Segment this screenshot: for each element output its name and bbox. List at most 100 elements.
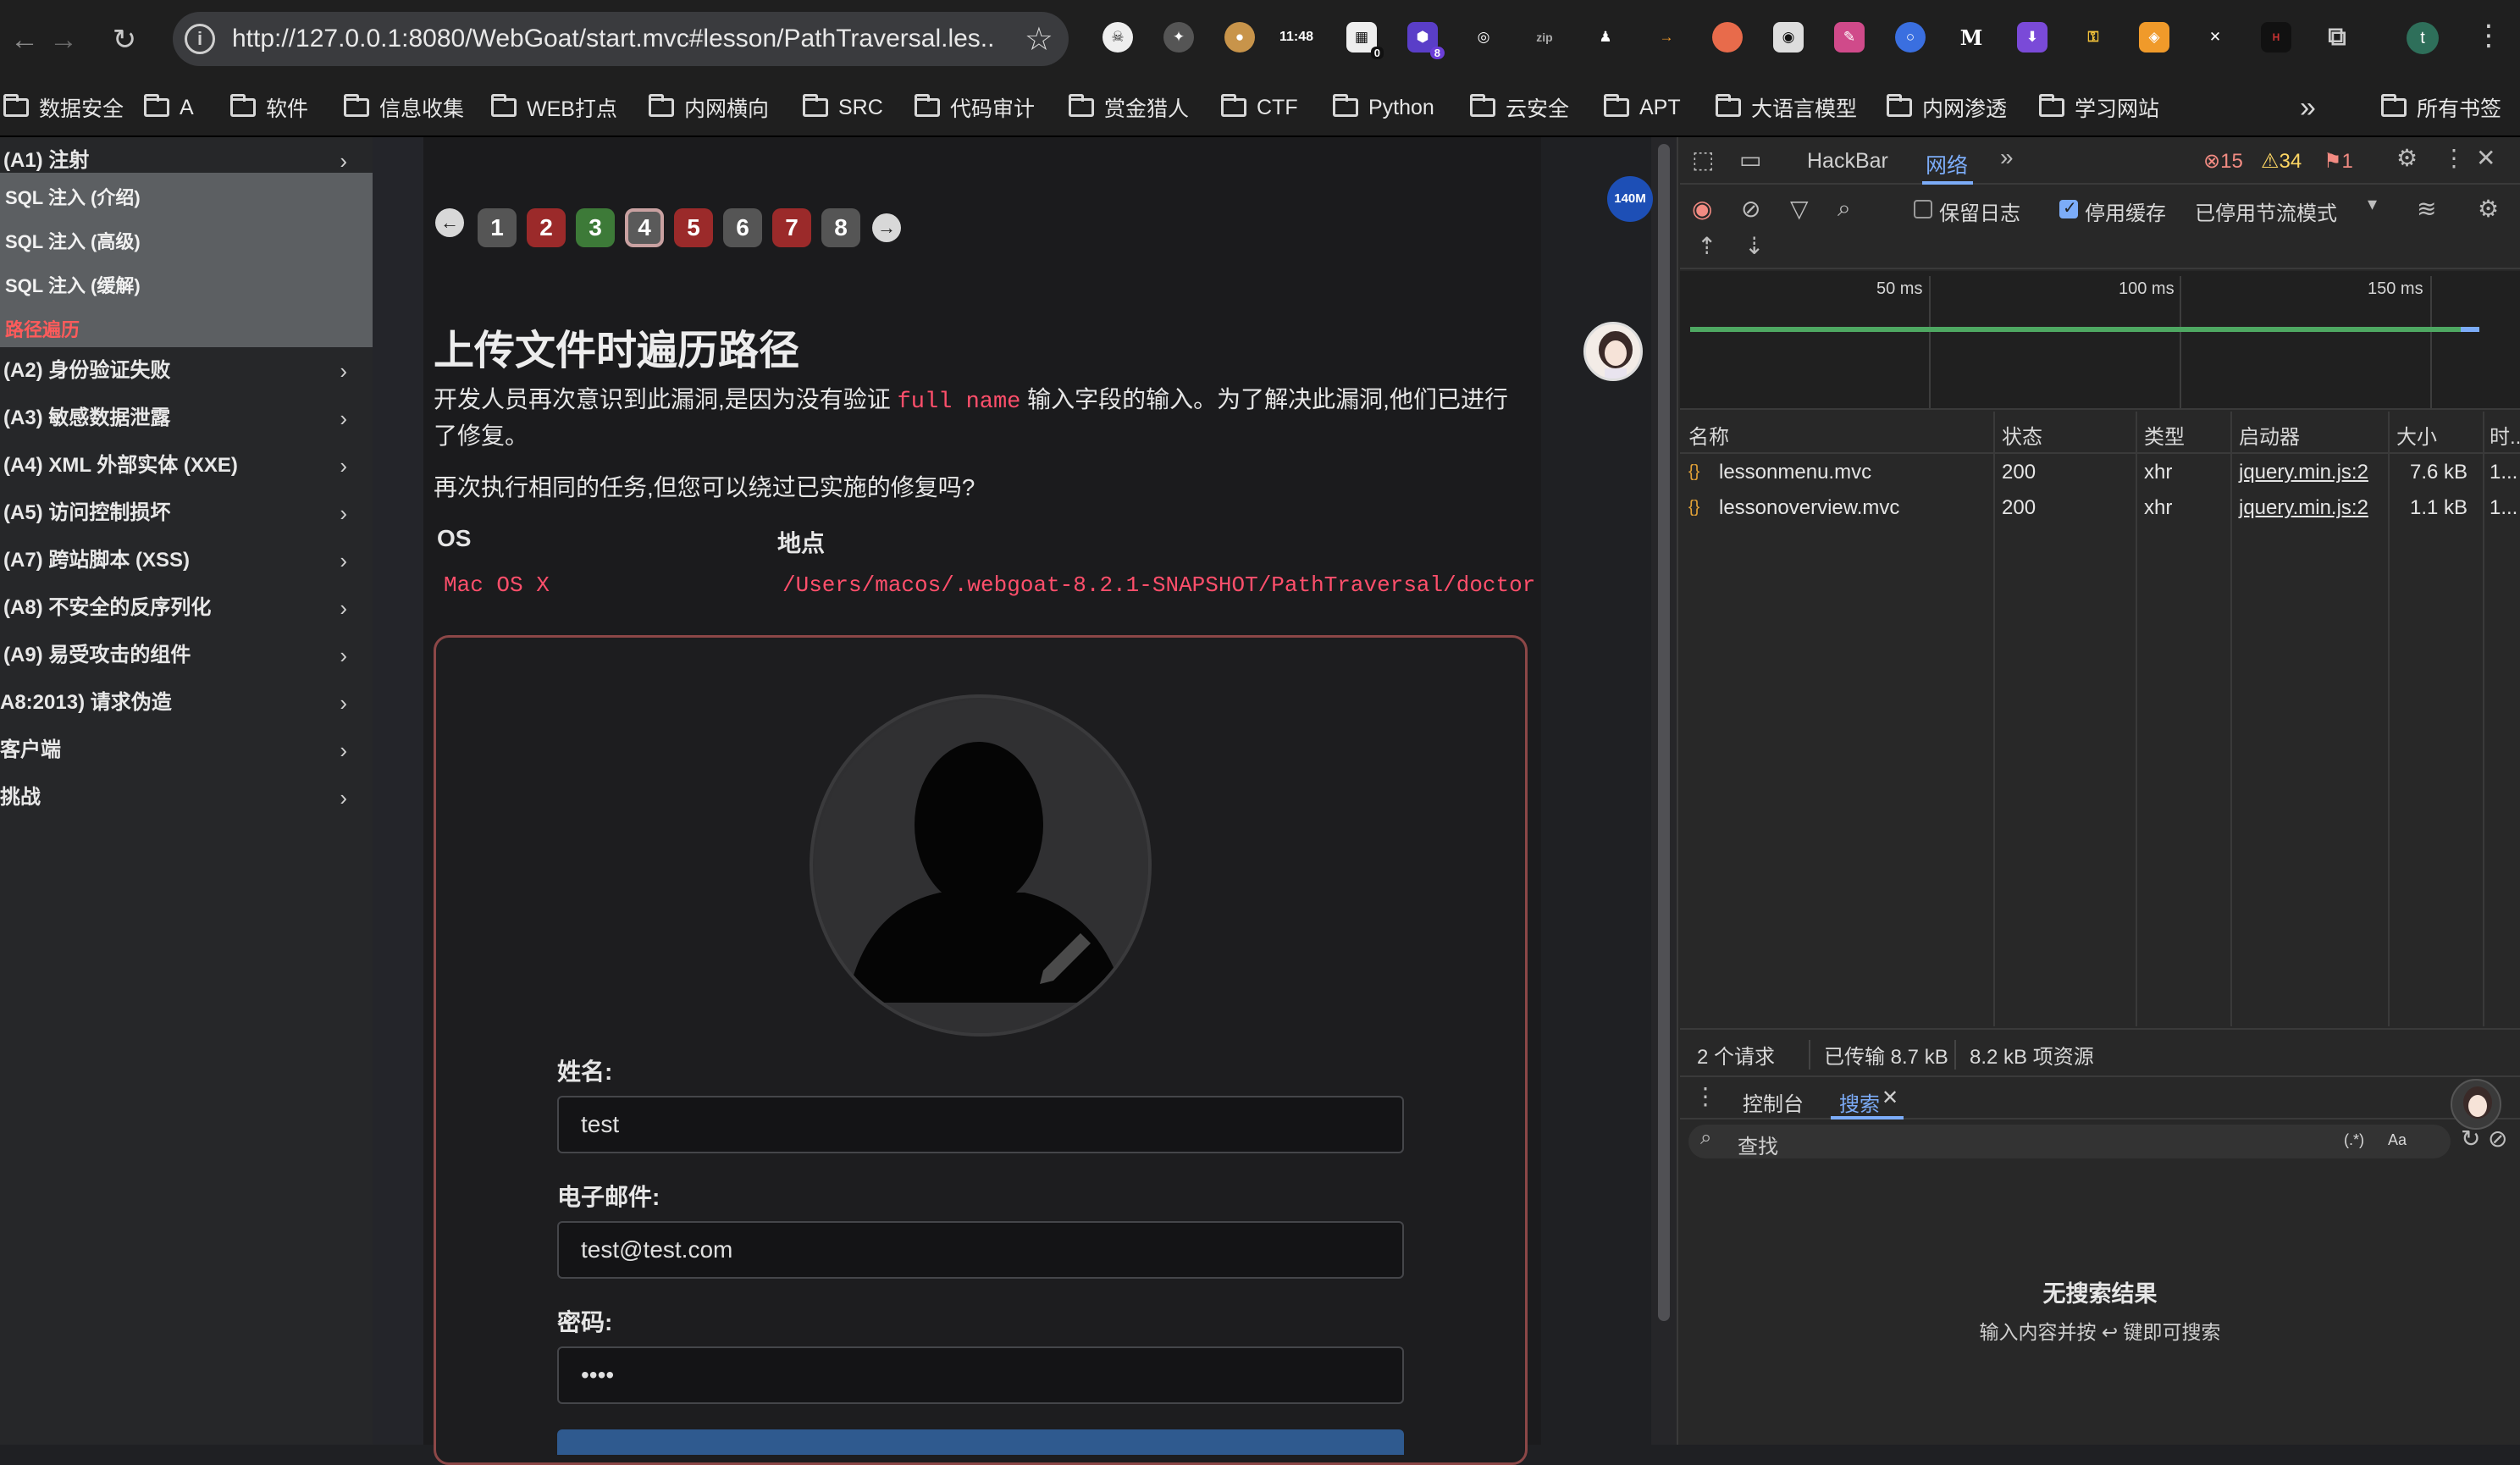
circle-extension-icon[interactable] [1712, 22, 1743, 53]
bookmark-folder[interactable]: A [144, 88, 194, 127]
pink-extension-icon[interactable]: ✎ [1834, 22, 1865, 53]
bookmark-folder[interactable]: 内网渗透 [1887, 88, 2007, 127]
more-tabs-icon[interactable]: » [2000, 144, 2014, 171]
request-initiator[interactable]: jquery.min.js:2 [2239, 461, 2368, 484]
site-info-icon[interactable]: i [185, 24, 215, 54]
regex-toggle[interactable]: (.*) [2344, 1131, 2364, 1149]
device-toolbar-icon[interactable]: ▭ [1739, 146, 1761, 174]
bookmark-folder[interactable]: 软件 [230, 88, 308, 127]
devtools-menu-icon[interactable]: ⋮ [2442, 144, 2466, 172]
page-4-current[interactable]: 4 [625, 208, 664, 247]
bookmark-folder[interactable]: 大语言模型 [1716, 88, 1857, 127]
category-csrf[interactable]: A8:2013) 请求伪造 › [0, 679, 373, 727]
sidebar-item-path-traversal[interactable]: 路径遍历 [5, 315, 80, 342]
column-status[interactable]: 状态 [2002, 420, 2042, 450]
sidebar-item-sql-mitigation[interactable]: SQL 注入 (缓解) [5, 271, 141, 298]
h-extension-icon[interactable]: H [2261, 22, 2291, 53]
arrow-extension-icon[interactable]: → [1651, 22, 1682, 53]
clock-extension-icon[interactable]: 11:48 [1277, 22, 1316, 53]
category-a2[interactable]: (A2) 身份验证失败 › [0, 347, 373, 395]
reload-button[interactable]: ↻ [103, 19, 146, 61]
tab-console[interactable]: 控制台 [1743, 1087, 1804, 1117]
export-har-icon[interactable]: ⇣ [1744, 232, 1764, 260]
refresh-search-icon[interactable]: ↻ [2461, 1125, 2480, 1153]
bookmark-folder[interactable]: 内网横向 [649, 88, 769, 127]
page-8[interactable]: 8 [821, 208, 860, 247]
cross-extension-icon[interactable]: ✕ [2200, 22, 2230, 53]
import-har-icon[interactable]: ⇡ [1697, 232, 1716, 260]
cookie-extension-icon[interactable]: ● [1224, 22, 1255, 53]
category-a9[interactable]: (A9) 易受攻击的组件 › [0, 632, 373, 679]
search-input[interactable]: ⌕ 查找 (.*) Aa [1688, 1125, 2451, 1158]
browser-menu-icon[interactable]: ⋮ [2474, 19, 2503, 53]
column-size[interactable]: 大小 [2396, 420, 2437, 450]
throttling-select[interactable]: 已停用节流模式 [2195, 196, 2337, 226]
category-a8[interactable]: (A8) 不安全的反序列化 › [0, 584, 373, 632]
forward-button[interactable]: → [42, 19, 85, 61]
page-3[interactable]: 3 [576, 208, 615, 247]
search-icon[interactable]: ⌕ [1838, 195, 1851, 223]
page-5[interactable]: 5 [674, 208, 713, 247]
url-text[interactable]: http://127.0.0.1:8080/WebGoat/start.mvc#… [232, 25, 994, 53]
scrollbar-thumb[interactable] [1658, 144, 1670, 1321]
hacker-extension-icon[interactable]: ☠ [1102, 22, 1133, 53]
prev-page-icon[interactable]: ← [435, 208, 464, 237]
bookmark-folder[interactable]: APT [1604, 88, 1681, 127]
bookmark-folder[interactable]: CTF [1221, 88, 1298, 127]
all-bookmarks[interactable]: 所有书签 [2381, 88, 2501, 127]
record-stop-icon[interactable]: ◉ [1692, 195, 1712, 223]
preserve-log-checkbox[interactable] [1914, 200, 1932, 218]
hex-extension-icon[interactable]: ⬢ 8 [1407, 22, 1445, 59]
category-a7[interactable]: (A7) 跨站脚本 (XSS) › [0, 537, 373, 584]
bookmark-folder[interactable]: 云安全 [1470, 88, 1569, 127]
glasses-extension-icon[interactable]: ◎ [1468, 22, 1499, 53]
devtools-assistant-avatar[interactable] [2451, 1079, 2501, 1130]
category-a4[interactable]: (A4) XML 外部实体 (XXE) › [0, 442, 373, 489]
medium-extension-icon[interactable]: M [1956, 22, 1987, 53]
ghost-extension-icon[interactable]: ◉ [1773, 22, 1804, 53]
bookmark-folder[interactable]: 代码审计 [915, 88, 1035, 127]
tab-hackbar[interactable]: HackBar [1807, 149, 1888, 174]
inspect-element-icon[interactable]: ⬚ [1692, 146, 1714, 174]
page-1[interactable]: 1 [478, 208, 517, 247]
bookmark-star-icon[interactable]: ☆ [1025, 20, 1053, 58]
profile-picture-upload[interactable] [810, 694, 1152, 1037]
assistant-avatar[interactable] [1583, 322, 1643, 381]
bookmark-folder[interactable]: WEB打点 [491, 88, 617, 127]
close-devtools-icon[interactable]: ✕ [2476, 144, 2495, 172]
sidebar-item-sql-advanced[interactable]: SQL 注入 (高级) [5, 227, 141, 254]
clear-icon[interactable]: ⊘ [1741, 195, 1760, 223]
close-tab-icon[interactable]: ✕ [1882, 1086, 1898, 1110]
page-6[interactable]: 6 [723, 208, 762, 247]
tab-search[interactable]: 搜索 [1839, 1087, 1880, 1117]
bookmark-folder[interactable]: 赏金猎人 [1069, 88, 1189, 127]
drawer-menu-icon[interactable]: ⋮ [1694, 1082, 1717, 1110]
full-name-input[interactable]: test [557, 1096, 1404, 1153]
disable-cache-checkbox[interactable] [2059, 197, 2078, 218]
bookmark-folder[interactable]: Python [1333, 88, 1434, 127]
category-client-side[interactable]: 客户端 › [0, 727, 373, 774]
extensions-puzzle-icon[interactable]: ⧉ [2322, 22, 2352, 53]
page-7[interactable]: 7 [772, 208, 811, 247]
request-name[interactable]: lessonmenu.mvc [1719, 461, 1871, 484]
warning-count[interactable]: ⚠34 [2261, 149, 2302, 174]
chevron-down-icon[interactable]: ▾ [2368, 193, 2377, 215]
email-input[interactable]: test@test.com [557, 1221, 1404, 1279]
profile-avatar[interactable]: t [2407, 22, 2439, 54]
zip-extension-icon[interactable]: zip [1529, 22, 1560, 53]
request-name[interactable]: lessonoverview.mvc [1719, 496, 1899, 520]
qr-extension-icon[interactable]: ▦ 0 [1346, 22, 1384, 59]
tab-network[interactable]: 网络 [1926, 149, 1968, 180]
page-2[interactable]: 2 [527, 208, 566, 247]
person-extension-icon[interactable]: ♟ [1590, 22, 1621, 53]
clear-search-icon[interactable]: ⊘ [2488, 1125, 2507, 1153]
more-bookmarks-icon[interactable]: » [2300, 91, 2316, 124]
bookmark-folder[interactable]: SRC [803, 88, 883, 127]
issue-count[interactable]: ⚑1 [2324, 149, 2353, 174]
bookmark-folder[interactable]: 学习网站 [2039, 88, 2159, 127]
category-a5[interactable]: (A5) 访问控制损坏 › [0, 489, 373, 537]
orange-extension-icon[interactable]: ◈ [2139, 22, 2169, 53]
bookmark-folder[interactable]: 信息收集 [344, 88, 464, 127]
sidebar-item-sql-intro[interactable]: SQL 注入 (介绍) [5, 183, 141, 210]
next-page-icon[interactable]: → [872, 213, 901, 242]
